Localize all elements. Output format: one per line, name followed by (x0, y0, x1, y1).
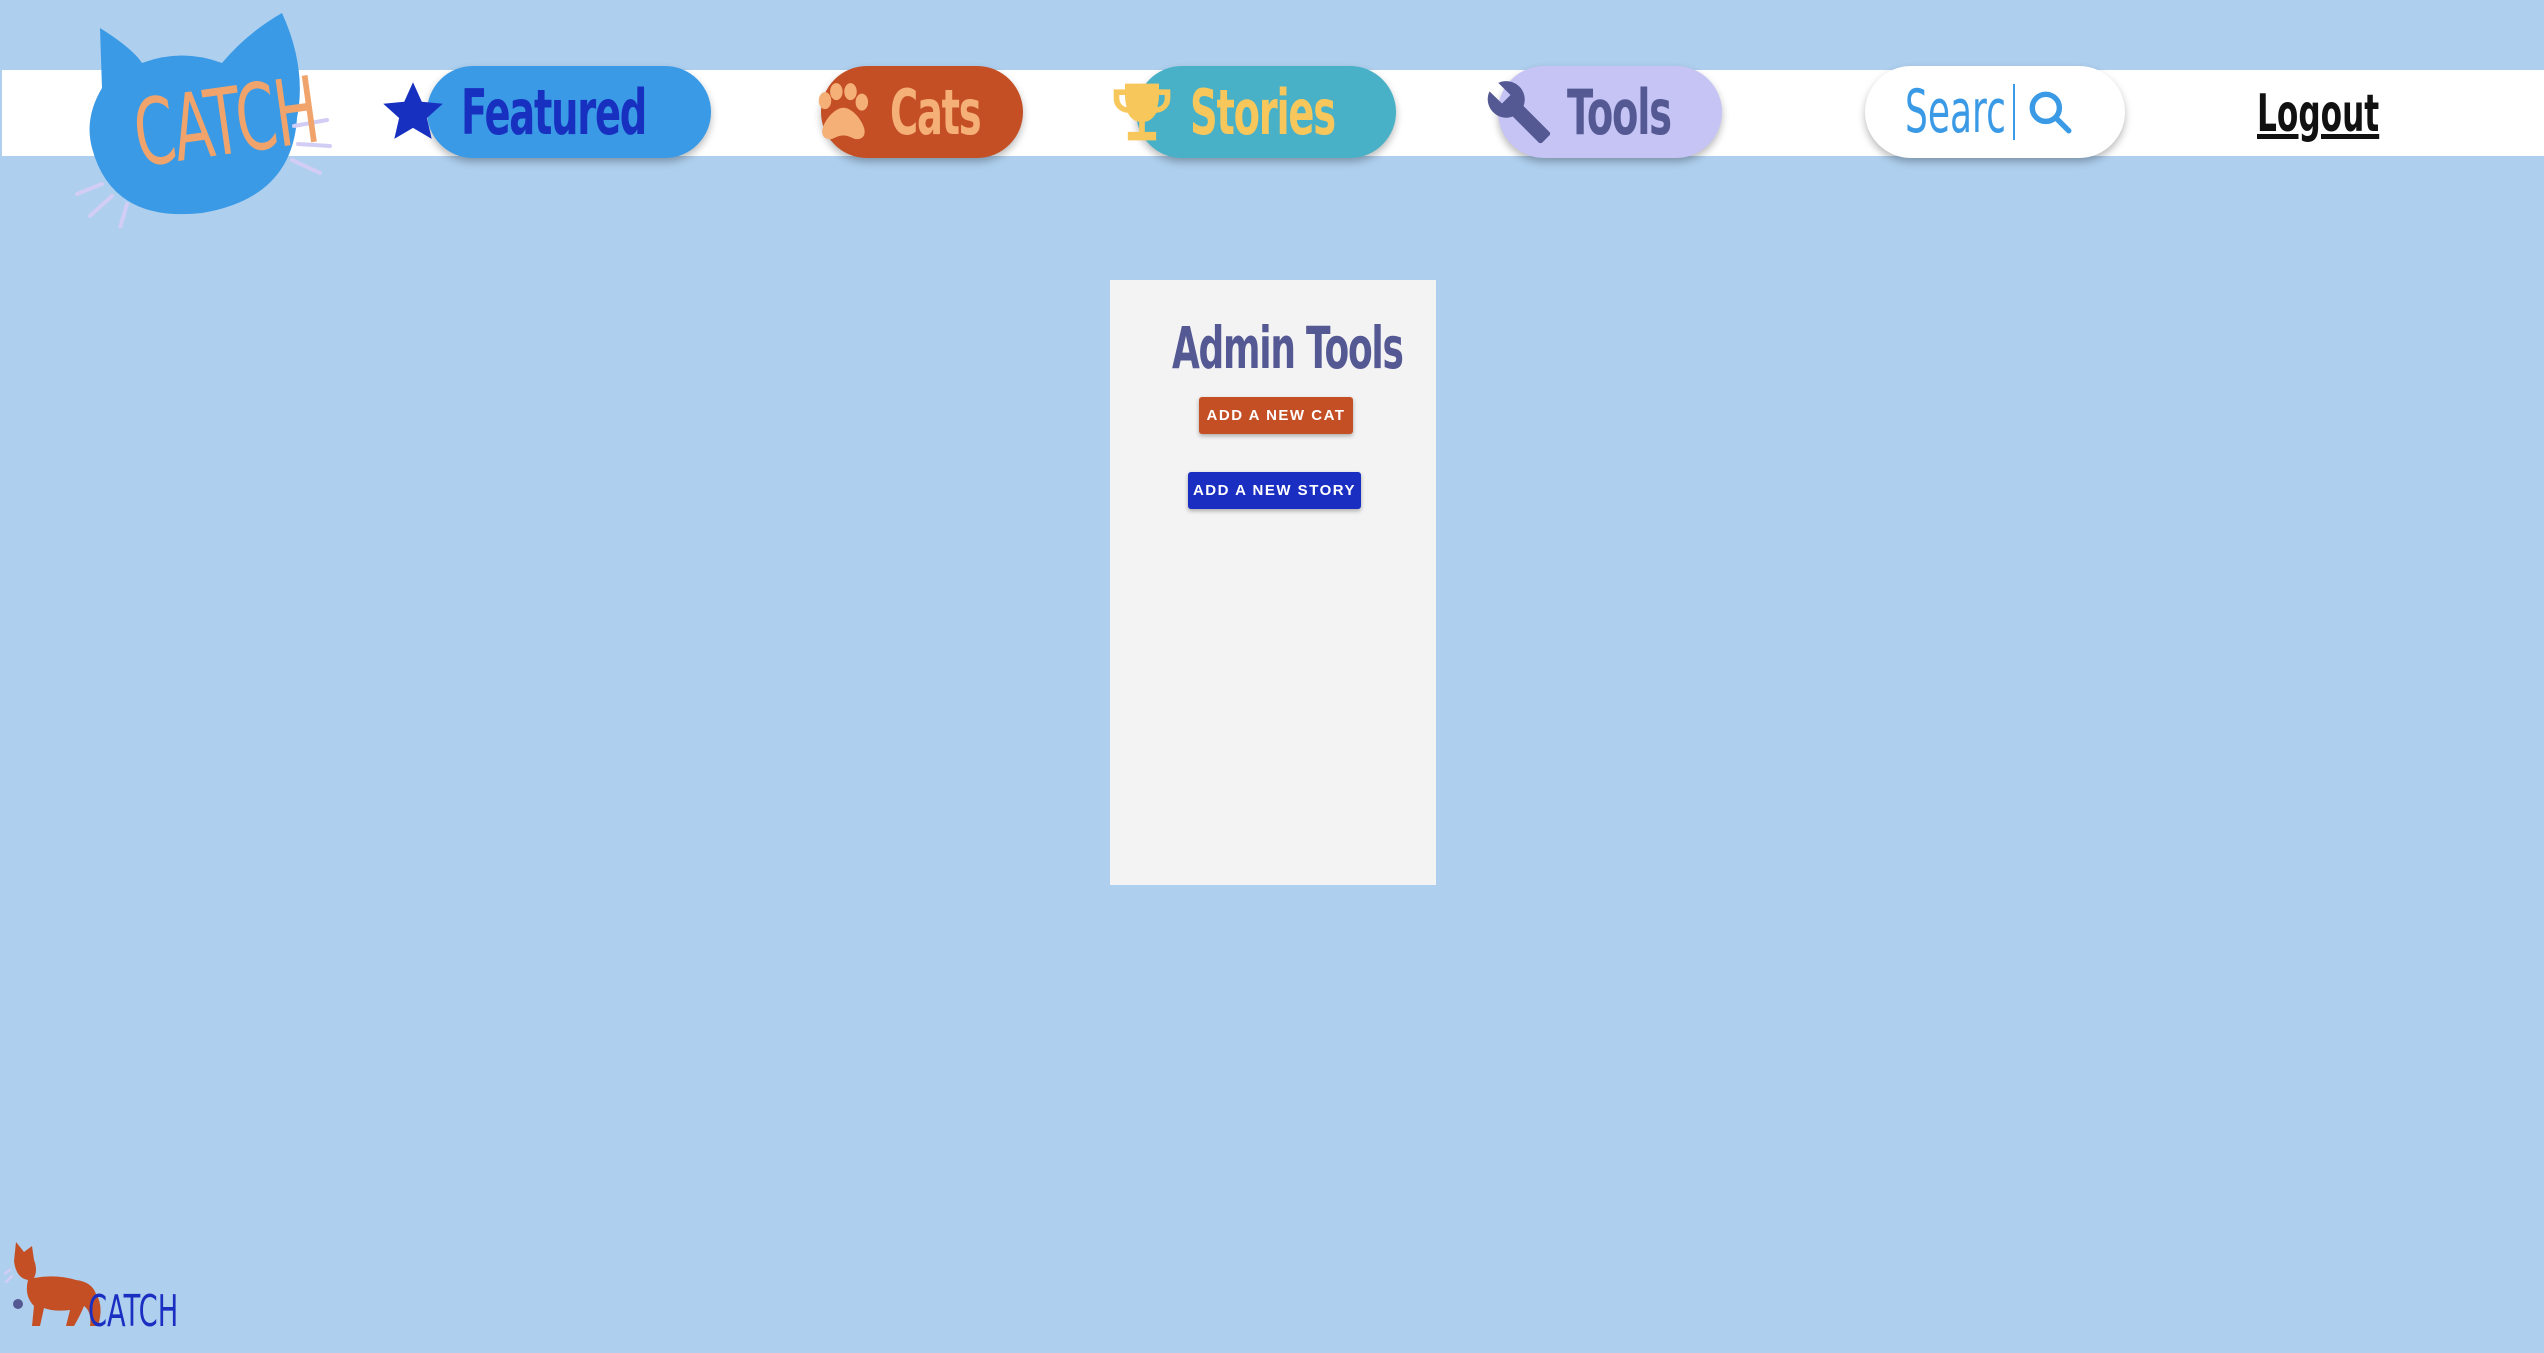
search-icon[interactable] (2025, 87, 2075, 137)
search-input[interactable] (1905, 77, 2006, 147)
paw-icon (808, 78, 876, 146)
nav-tools-button[interactable]: Tools (1488, 66, 1722, 158)
nav-cats-label: Cats (890, 75, 982, 149)
search-box (1865, 66, 2125, 158)
add-new-cat-button[interactable]: ADD A NEW CAT (1199, 397, 1353, 434)
nav-tools-label: Tools (1567, 75, 1672, 149)
logo-text: CATCH (127, 56, 325, 189)
nav-stories-label: Stories (1190, 75, 1336, 149)
logout-link[interactable]: Logout (2257, 84, 2379, 144)
nav-featured-label: Featured (460, 75, 647, 149)
search-divider (2013, 84, 2015, 140)
admin-tools-title: Admin Tools (1171, 314, 1404, 382)
admin-tools-panel: Admin Tools ADD A NEW CAT ADD A NEW STOR… (1110, 280, 1436, 885)
catch-logo[interactable]: CATCH (72, 8, 342, 230)
nav-cats-button[interactable]: Cats (818, 66, 1023, 158)
nav-featured-button[interactable]: Featured (383, 66, 711, 158)
wrench-icon (1485, 78, 1553, 146)
star-icon (379, 78, 447, 146)
trophy-icon (1108, 78, 1176, 146)
nav-stories-button[interactable]: Stories (1113, 66, 1396, 158)
add-new-story-button[interactable]: ADD A NEW STORY (1188, 472, 1361, 509)
footer-logo-text: CATCH (88, 1286, 179, 1337)
page: CATCH Featured Cats Stories Tools Search… (0, 0, 2544, 1353)
